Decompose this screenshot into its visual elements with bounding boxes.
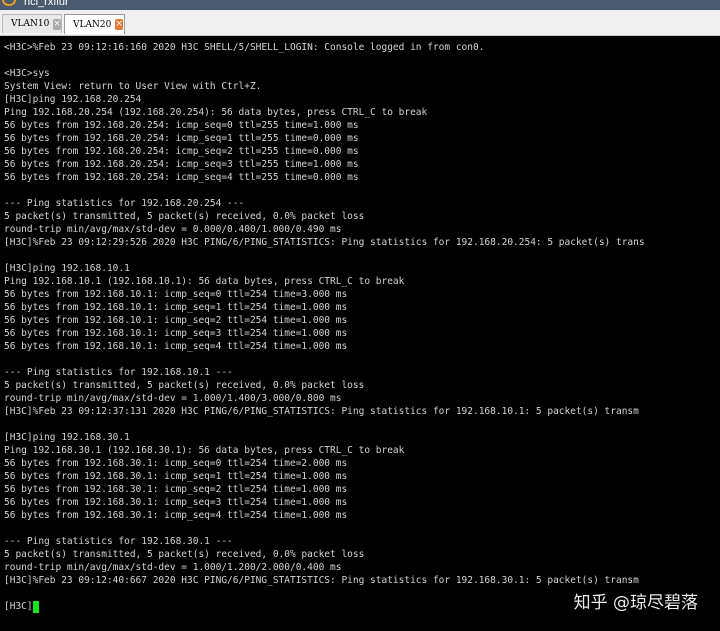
terminal-line: 5 packet(s) transmitted, 5 packet(s) rec… [4,549,365,560]
close-icon[interactable]: × [115,19,123,30]
terminal-output[interactable]: <H3C>%Feb 23 09:12:16:160 2020 H3C SHELL… [0,36,720,631]
terminal-line: round-trip min/avg/max/std-dev = 1.000/1… [4,562,342,573]
terminal-line: <H3C>sys [4,68,50,79]
terminal-line: [H3C]%Feb 23 09:12:40:667 2020 H3C PING/… [4,575,639,586]
window-title: hcl_rxflur [24,0,69,8]
terminal-line: --- Ping statistics for 192.168.30.1 --- [4,536,233,547]
terminal-line: 56 bytes from 192.168.20.254: icmp_seq=1… [4,133,359,144]
terminal-line: 56 bytes from 192.168.20.254: icmp_seq=0… [4,120,359,131]
app-icon [2,0,16,6]
terminal-line: [H3C]ping 192.168.30.1 [4,432,130,443]
terminal-line: 56 bytes from 192.168.20.254: icmp_seq=3… [4,159,359,170]
terminal-line: 56 bytes from 192.168.30.1: icmp_seq=0 t… [4,458,348,469]
terminal-line: 56 bytes from 192.168.10.1: icmp_seq=4 t… [4,341,348,352]
terminal-line: System View: return to User View with Ct… [4,81,262,92]
terminal-line: 5 packet(s) transmitted, 5 packet(s) rec… [4,211,365,222]
terminal-line: 56 bytes from 192.168.30.1: icmp_seq=2 t… [4,484,348,495]
terminal-line: 56 bytes from 192.168.10.1: icmp_seq=2 t… [4,315,348,326]
tab-vlan20[interactable]: VLAN20 × [64,14,125,34]
terminal-line: [H3C]%Feb 23 09:12:37:131 2020 H3C PING/… [4,406,639,417]
tab-label: VLAN10 [11,19,50,29]
tab-label: VLAN20 [73,19,112,30]
terminal-line: 56 bytes from 192.168.30.1: icmp_seq=3 t… [4,497,348,508]
watermark: 知乎 @琼尽碧落 [573,593,698,613]
terminal-line: 56 bytes from 192.168.20.254: icmp_seq=2… [4,146,359,157]
terminal-line: 56 bytes from 192.168.10.1: icmp_seq=3 t… [4,328,348,339]
terminal-line: --- Ping statistics for 192.168.10.1 --- [4,367,233,378]
terminal-line: 56 bytes from 192.168.10.1: icmp_seq=1 t… [4,302,348,313]
terminal-line: round-trip min/avg/max/std-dev = 0.000/0… [4,224,342,235]
tab-vlan10[interactable]: VLAN10 × [2,14,62,33]
terminal-line: 56 bytes from 192.168.20.254: icmp_seq=4… [4,172,359,183]
terminal-line: Ping 192.168.30.1 (192.168.30.1): 56 dat… [4,445,405,456]
terminal-lines: <H3C>%Feb 23 09:12:16:160 2020 H3C SHELL… [4,41,645,587]
text-cursor [32,600,39,613]
terminal-line: 56 bytes from 192.168.10.1: icmp_seq=0 t… [4,289,348,300]
command-prompt[interactable]: [H3C] [4,600,39,613]
tab-bar: VLAN10 × VLAN20 × [0,10,720,36]
terminal-line: 56 bytes from 192.168.30.1: icmp_seq=4 t… [4,510,348,521]
terminal-line: round-trip min/avg/max/std-dev = 1.000/1… [4,393,342,404]
terminal-line: Ping 192.168.10.1 (192.168.10.1): 56 dat… [4,276,405,287]
terminal-line: [H3C]ping 192.168.10.1 [4,263,130,274]
prompt-text: [H3C] [4,601,33,612]
close-icon[interactable]: × [53,18,61,30]
terminal-line: [H3C]ping 192.168.20.254 [4,94,142,105]
terminal-line: Ping 192.168.20.254 (192.168.20.254): 56… [4,107,428,118]
terminal-line: 5 packet(s) transmitted, 5 packet(s) rec… [4,380,365,391]
terminal-line: [H3C]%Feb 23 09:12:29:526 2020 H3C PING/… [4,237,645,248]
terminal-line: 56 bytes from 192.168.30.1: icmp_seq=1 t… [4,471,348,482]
terminal-line: <H3C>%Feb 23 09:12:16:160 2020 H3C SHELL… [4,42,485,53]
title-bar: hcl_rxflur [0,0,720,10]
terminal-line: --- Ping statistics for 192.168.20.254 -… [4,198,245,209]
